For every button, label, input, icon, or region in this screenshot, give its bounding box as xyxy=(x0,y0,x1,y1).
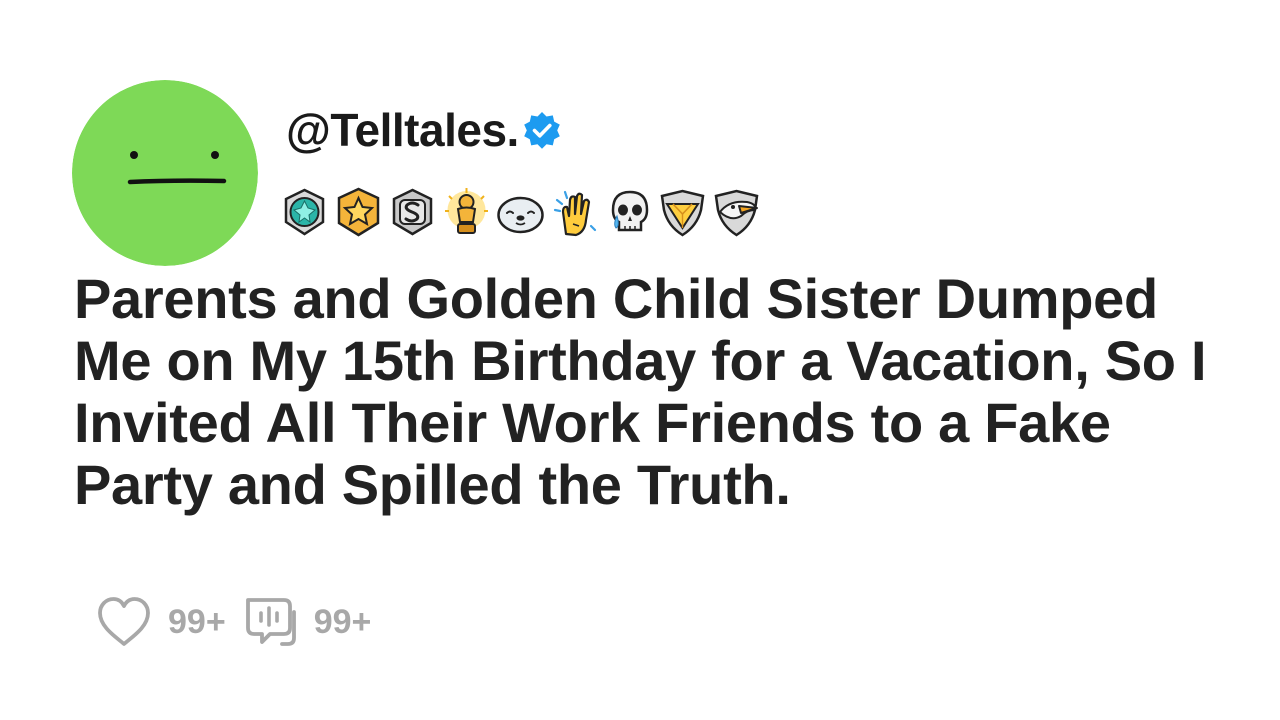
comment-icon[interactable] xyxy=(240,594,300,650)
bird-shield-icon xyxy=(714,189,759,237)
comment-count: 99+ xyxy=(313,602,372,641)
like-count: 99+ xyxy=(168,602,226,641)
clapping-hands-icon xyxy=(553,190,597,237)
avatar[interactable] xyxy=(72,80,258,266)
seal-face-icon xyxy=(497,196,544,234)
post-card: @Telltales. Parents and Golden Child Sis… xyxy=(0,0,1280,720)
engagement-stats: 99+ 99+ xyxy=(94,594,385,650)
gold-diamond-shield-icon xyxy=(660,189,705,237)
gold-star-medal-icon xyxy=(337,187,380,237)
silver-s-medal-icon xyxy=(392,188,433,236)
gold-trophy-icon xyxy=(445,188,488,234)
author-row: @Telltales. xyxy=(286,100,565,160)
heart-icon[interactable] xyxy=(94,594,154,650)
teal-gem-medal-icon xyxy=(284,188,325,236)
crying-skull-icon xyxy=(611,190,649,232)
award-badges xyxy=(279,186,762,240)
post-title[interactable]: Parents and Golden Child Sister Dumped M… xyxy=(74,268,1234,516)
verified-badge-icon xyxy=(524,112,560,149)
author-handle[interactable]: @Telltales. xyxy=(286,103,519,157)
